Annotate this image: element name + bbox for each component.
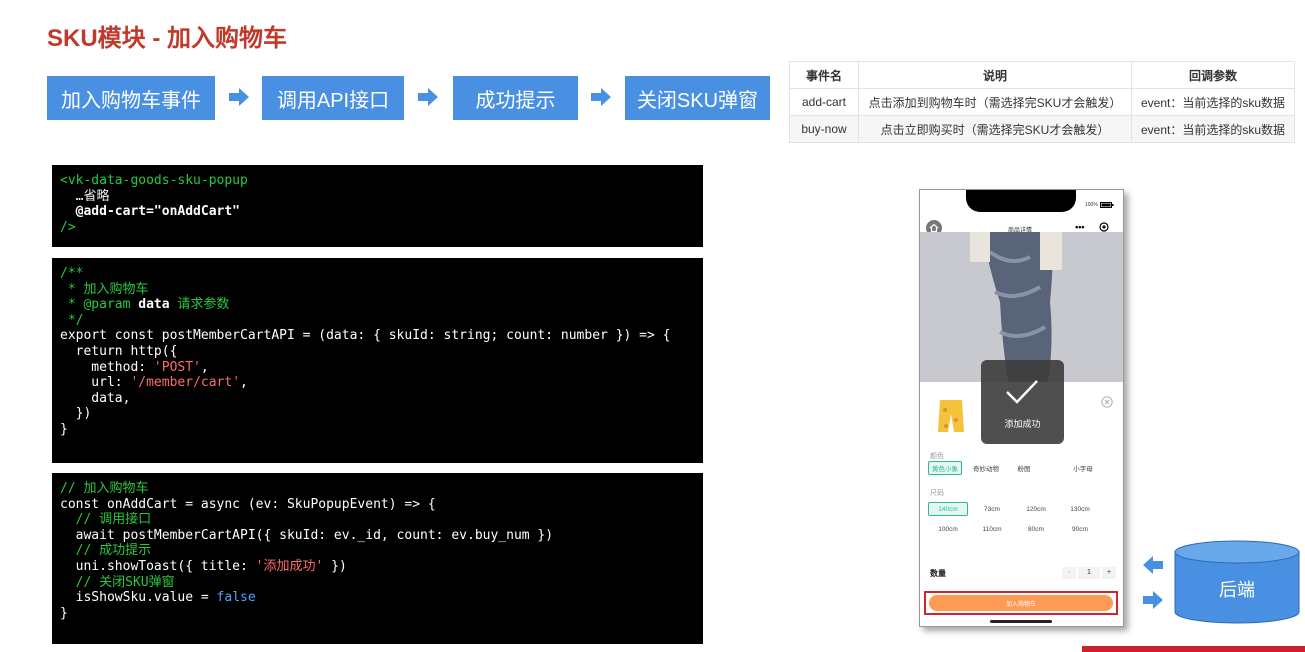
code-line: <vk-data-goods-sku-popup [60,173,248,188]
events-table: 事件名 说明 回调参数 add-cart 点击添加到购物车时（需选择完SKU才会… [789,61,1295,143]
code-line: data, [60,390,131,406]
size-option[interactable]: 73cm [972,502,1012,516]
code-token: data [130,297,170,313]
backend-label: 后端 [1219,580,1255,600]
toast-text: 添加成功 [1004,419,1041,429]
arrow-right-icon [591,88,611,106]
table-cell: 点击添加到购物车时（需选择完SKU才会触发） [858,88,1132,116]
size-option[interactable]: 110cm [972,522,1012,536]
page-title: SKU模块 - 加入购物车 [47,25,287,52]
code-token: 'POST' [153,359,201,375]
success-toast: 添加成功 [981,360,1064,444]
footer-accent-bar [1082,646,1305,652]
code-token: false [216,590,256,606]
backend-database: 后端 [1174,540,1300,624]
code-line: }) [60,406,92,422]
code-line: */ [60,312,84,328]
code-line: export const postMemberCartAPI = (data: … [60,328,671,344]
code-line: …省略 [60,188,110,204]
table-cell: buy-now [789,115,859,143]
table-header: 说明 [858,61,1132,89]
product-thumbnail [934,396,968,436]
code-token: , [200,359,209,375]
table-cell: event：当前选择的sku数据 [1131,88,1295,116]
color-option[interactable]: 小字母 [1066,461,1100,475]
quantity-stepper[interactable]: - 1 + [1062,567,1116,579]
code-line: const onAddCart = async (ev: SkuPopupEve… [60,496,436,512]
battery-icon [1100,202,1114,208]
code-line: // 关闭SKU弹窗 [60,574,175,590]
code-line: } [60,605,68,621]
table-header: 回调参数 [1131,61,1295,89]
code-line: * 加入购物车 [60,281,149,297]
code-line: // 加入购物车 [60,481,149,496]
code-line: return http({ [60,343,178,359]
code-line: // 成功提示 [60,543,152,559]
code-line: /** [60,266,84,281]
phone-notch [966,190,1076,212]
table-cell: 点击立即购买时（需选择完SKU才会触发） [858,115,1132,143]
target-icon[interactable] [1099,222,1109,232]
code-line: } [60,421,68,437]
size-option[interactable]: 130cm [1060,502,1100,516]
close-icon[interactable] [1101,396,1113,408]
arrow-right-icon [229,88,249,106]
color-option[interactable]: 粉图 [1010,461,1038,475]
home-indicator [990,620,1052,623]
code-token: 请求参数 [169,297,230,313]
code-token: , [240,375,248,391]
add-cart-button[interactable]: 加入购物车 [929,595,1113,611]
code-line: // 调用接口 [60,512,152,528]
code-token: url: [60,375,131,391]
flow-step-add-cart-event: 加入购物车事件 [47,76,215,120]
code-block-component: <vk-data-goods-sku-popup …省略 @add-cart="… [52,165,703,247]
table-header: 事件名 [789,61,859,89]
code-token: isShowSku.value = [60,590,217,606]
size-option[interactable]: 100cm [928,522,968,536]
code-block-api: /** * 加入购物车 * @param data 请求参数 */export … [52,258,703,463]
code-token: uni.showToast({ title: [60,558,256,574]
table-row: buy-now 点击立即购买时（需选择完SKU才会触发） event：当前选择的… [789,115,1295,143]
size-option[interactable]: 80cm [1016,522,1056,536]
more-icon[interactable]: ••• [1075,222,1084,232]
flow-step-close-sku-popup: 关闭SKU弹窗 [625,76,770,120]
color-option[interactable]: 奇妙动物 [966,461,1006,475]
quantity-minus-button[interactable]: - [1062,567,1076,579]
table-row: add-cart 点击添加到购物车时（需选择完SKU才会触发） event：当前… [789,88,1295,116]
size-label: 尺码 [930,490,944,497]
color-option[interactable]: 黄色小象 [928,461,962,475]
table-cell: event：当前选择的sku数据 [1131,115,1295,143]
code-line: await postMemberCartAPI({ skuId: ev._id,… [60,527,554,543]
size-option[interactable]: 90cm [1060,522,1100,536]
quantity-label: 数量 [930,569,946,578]
size-option[interactable]: 140cm [928,502,968,516]
arrow-right-icon [1143,591,1163,609]
checkmark-icon [1006,380,1038,404]
code-line: @add-cart="onAddCart" [60,204,241,220]
color-label: 颜色 [930,453,944,460]
code-token: * @param [60,297,131,313]
code-token: }) [323,558,347,574]
table-cell: add-cart [789,88,859,116]
flow-step-call-api: 调用API接口 [262,76,404,120]
size-option[interactable]: 120cm [1016,502,1056,516]
code-token: '添加成功' [255,558,324,574]
quantity-value[interactable]: 1 [1078,567,1100,579]
code-line: /> [60,219,76,235]
arrow-left-icon [1143,556,1163,574]
flow-step-success-toast: 成功提示 [453,76,578,120]
arrow-right-icon [418,88,438,106]
battery-level: 100% [1085,202,1098,208]
quantity-plus-button[interactable]: + [1102,567,1116,579]
phone-mockup: 100% 商品详情 ••• 颜色 黄色小象 奇妙动物 粉图 小字母 尺码 140… [919,189,1124,627]
code-block-handler: // 加入购物车 const onAddCart = async (ev: Sku… [52,473,703,644]
code-token: method: [60,359,154,375]
code-token: '/member/cart' [130,375,241,391]
